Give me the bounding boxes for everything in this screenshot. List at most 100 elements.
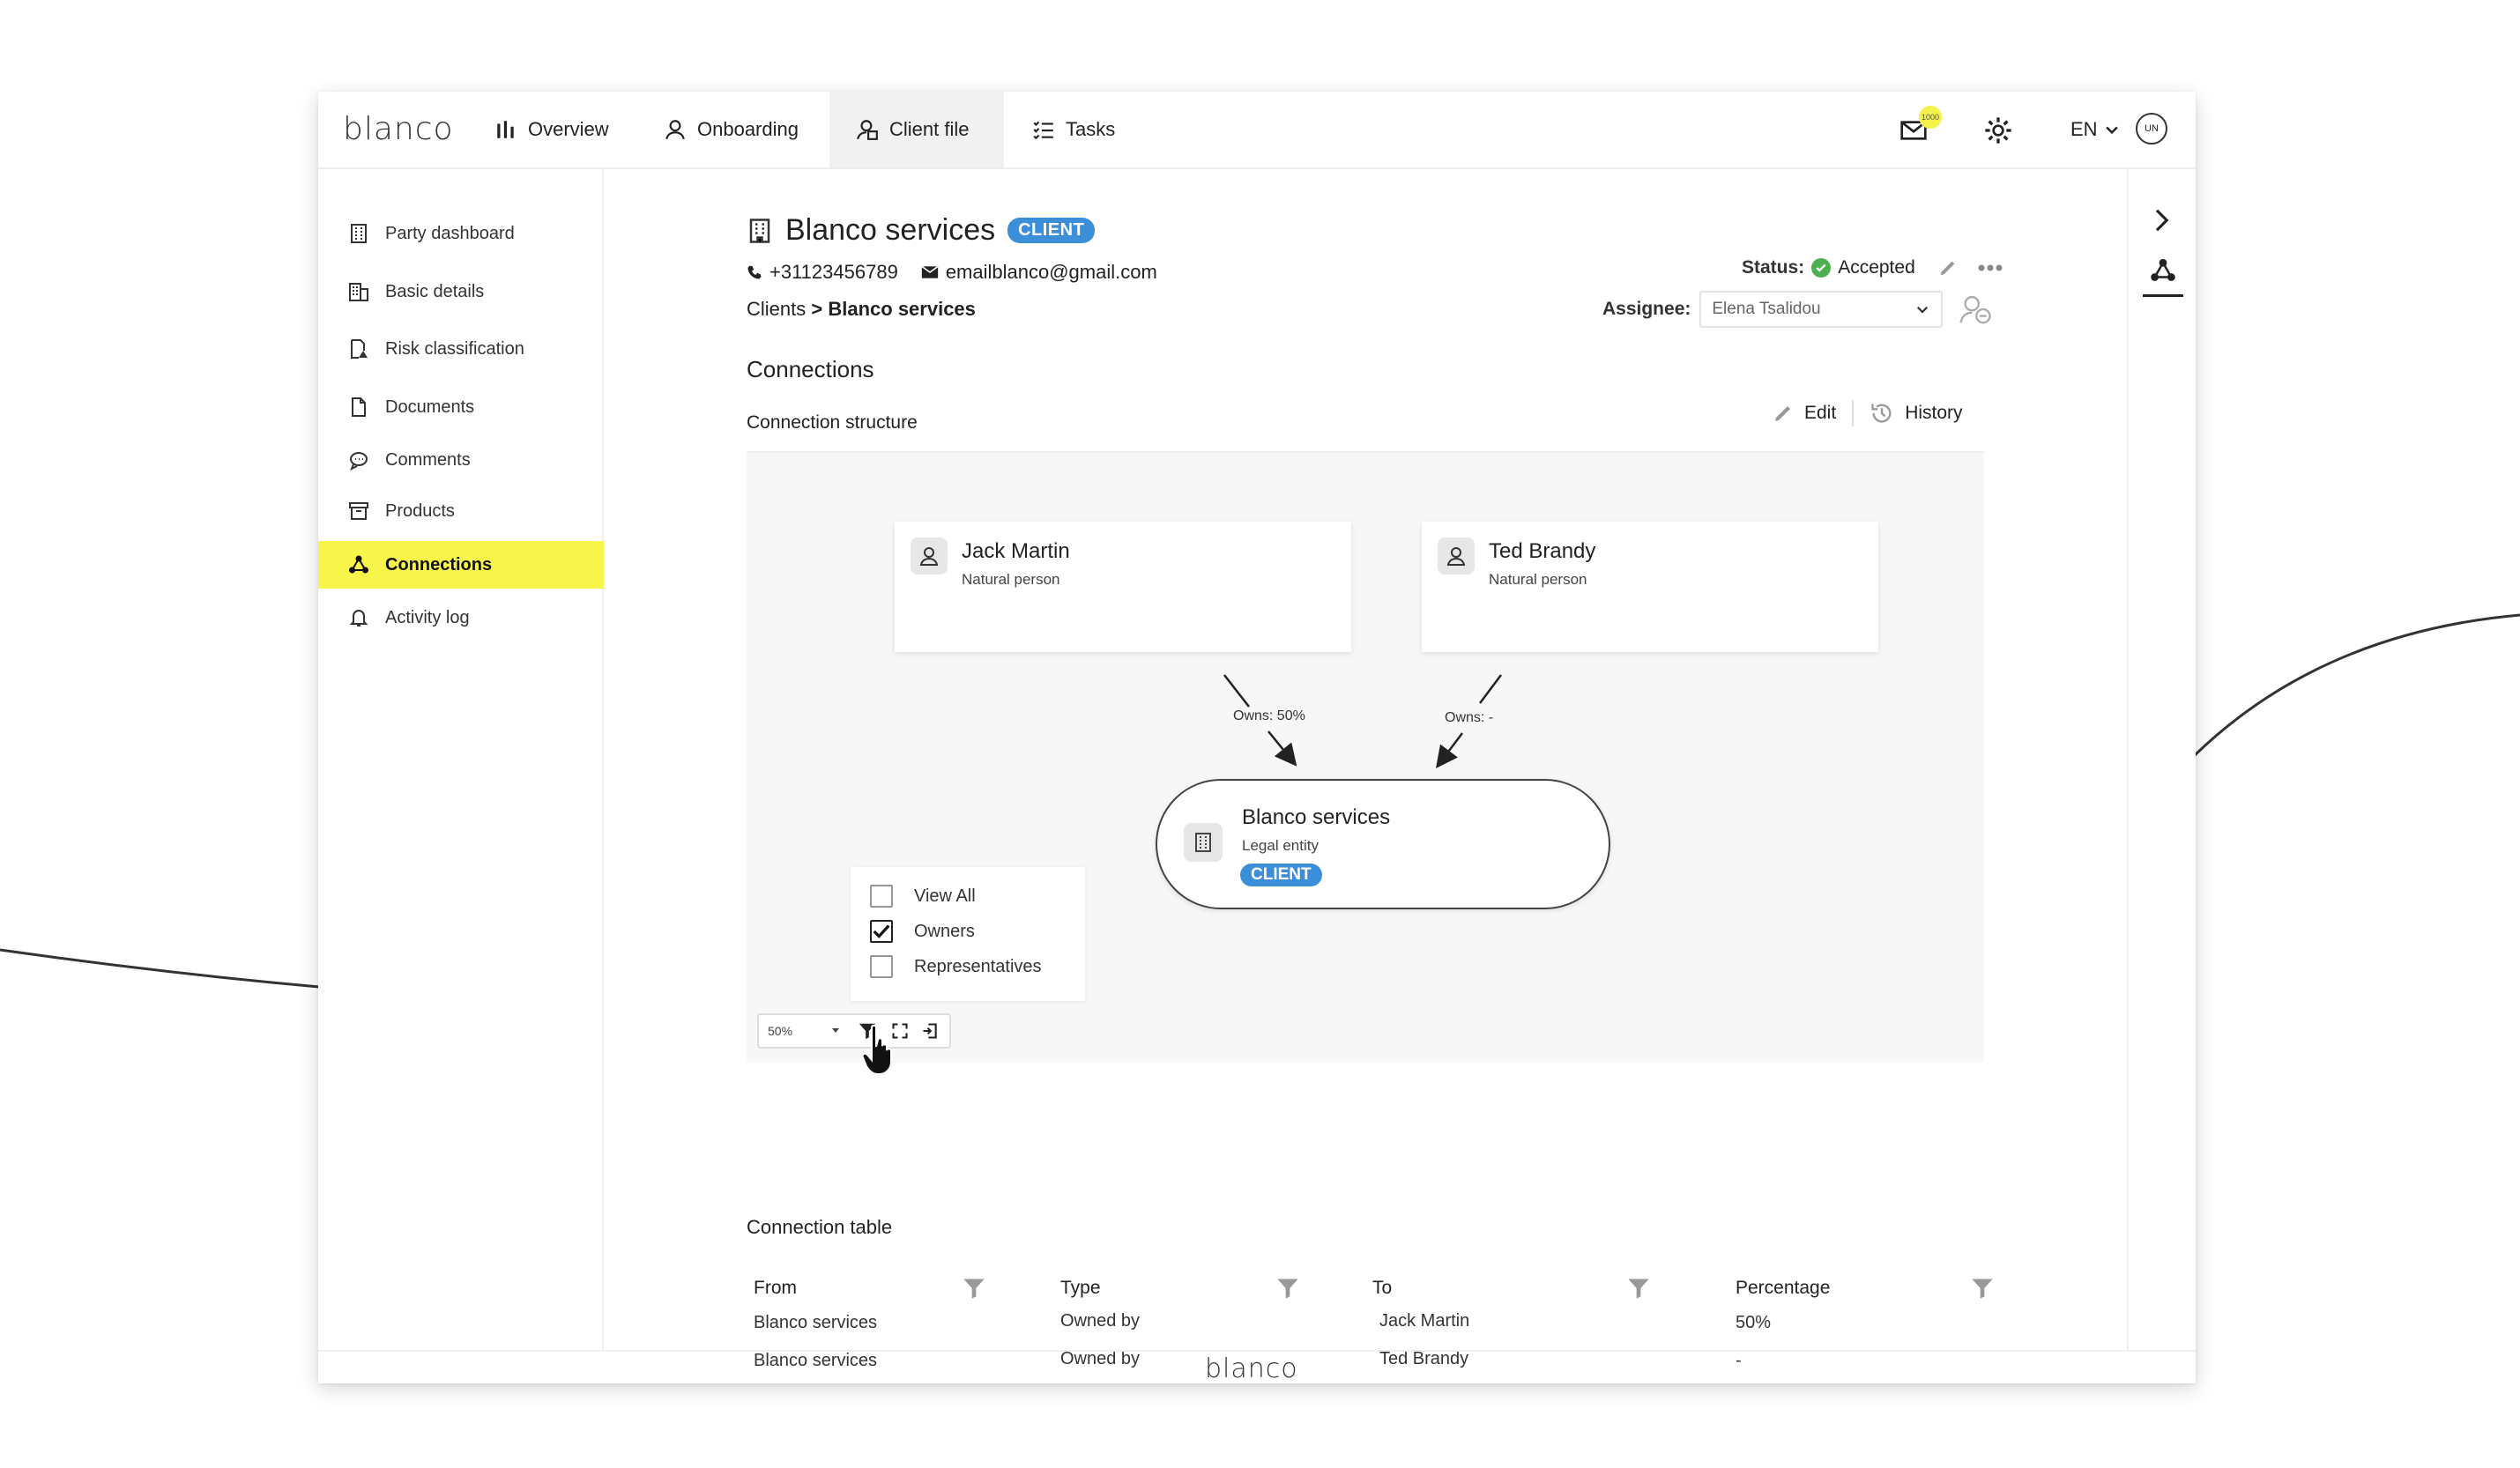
- sidebar-item-comments[interactable]: Comments: [318, 436, 604, 484]
- nav-onboarding[interactable]: Onboarding: [637, 92, 825, 167]
- phone-info[interactable]: +31123456789: [747, 261, 898, 284]
- assign-user-icon[interactable]: [1959, 294, 1992, 324]
- divider: [1852, 400, 1855, 426]
- hand-cursor-icon: [861, 1024, 892, 1075]
- avatar[interactable]: UN: [2136, 113, 2167, 145]
- filter-label: Owners: [914, 921, 975, 941]
- chevron-down-icon: [1917, 306, 1929, 314]
- column-header-from[interactable]: From: [754, 1278, 797, 1299]
- sidebar-item-label: Party dashboard: [385, 223, 515, 243]
- checkbox-checked[interactable]: [870, 920, 893, 943]
- client-badge: CLIENT: [1240, 864, 1322, 886]
- breadcrumb-root[interactable]: Clients: [747, 298, 806, 320]
- bell-icon: [349, 610, 368, 626]
- building-icon: [1184, 823, 1223, 862]
- sidebar-item-label: Basic details: [385, 281, 485, 301]
- language-label: EN: [2070, 118, 2098, 140]
- chevron-right-icon[interactable]: [2148, 204, 2174, 236]
- page-header: Blanco services CLIENT: [747, 213, 1096, 248]
- zoom-level[interactable]: 50%: [768, 1024, 792, 1038]
- filter-owners[interactable]: Owners: [870, 920, 975, 943]
- filter-icon[interactable]: [1626, 1276, 1651, 1301]
- chevron-down-icon: [2105, 126, 2118, 135]
- language-selector[interactable]: EN: [2070, 118, 2121, 141]
- filter-icon[interactable]: [962, 1276, 986, 1301]
- history-icon: [1871, 404, 1892, 423]
- sidebar: Party dashboard Basic details Risk class…: [318, 169, 604, 1350]
- user-file-icon: [857, 120, 878, 140]
- node-blanco-services[interactable]: Blanco services Legal entity CLIENT: [1156, 779, 1610, 909]
- building-icon: [749, 218, 770, 243]
- nav-tasks-label: Tasks: [1066, 118, 1116, 140]
- building-icon: [349, 283, 368, 301]
- status-row: Status: Accepted: [1742, 257, 2003, 278]
- filter-label: View All: [914, 886, 976, 906]
- filter-icon[interactable]: [1275, 1276, 1300, 1301]
- breadcrumb-current: Blanco services: [828, 298, 976, 320]
- mail-button[interactable]: 1000: [1896, 106, 1942, 148]
- mail-icon: [921, 265, 939, 278]
- more-options-icon[interactable]: [1977, 263, 2003, 272]
- nav-tasks[interactable]: Tasks: [1006, 92, 1141, 167]
- cell-percentage: 50%: [1736, 1313, 1772, 1332]
- filter-view-all[interactable]: View All: [870, 885, 976, 908]
- connection-table-title: Connection table: [747, 1216, 893, 1238]
- structure-actions: Edit History: [1773, 400, 1963, 426]
- column-header-type[interactable]: Type: [1060, 1278, 1101, 1299]
- node-jack-martin[interactable]: Jack Martin Natural person: [895, 522, 1351, 652]
- nav-overview[interactable]: Overview: [468, 92, 636, 167]
- sidebar-item-products[interactable]: Products: [318, 487, 604, 535]
- node-kind: Natural person: [1489, 571, 1587, 588]
- assignee-select[interactable]: Elena Tsalidou: [1699, 291, 1944, 328]
- phone-text: +31123456789: [769, 261, 898, 283]
- cell-from: Blanco services: [754, 1313, 878, 1332]
- node-name: Ted Brandy: [1489, 539, 1596, 563]
- status-label: Status:: [1742, 257, 1805, 278]
- assignee-label: Assignee:: [1602, 299, 1691, 319]
- filter-representatives[interactable]: Representatives: [870, 955, 1042, 978]
- pencil-icon[interactable]: [1938, 258, 1958, 278]
- nav-overview-label: Overview: [528, 118, 609, 140]
- email-info[interactable]: emailblanco@gmail.com: [921, 261, 1157, 284]
- column-header-to[interactable]: To: [1372, 1278, 1392, 1299]
- sidebar-item-label: Connections: [385, 554, 493, 575]
- filter-label: Representatives: [914, 956, 1042, 976]
- footer-logo: blanco: [1205, 1353, 1298, 1384]
- connection-diagram[interactable]: Owns: 50% Owns: - Jack Martin Natural pe…: [747, 451, 1984, 1075]
- rail-active-indicator: [2143, 294, 2183, 297]
- sidebar-item-party-dashboard[interactable]: Party dashboard: [318, 210, 604, 257]
- client-badge: CLIENT: [1007, 218, 1096, 243]
- history-button[interactable]: History: [1870, 401, 1963, 426]
- sidebar-item-label: Documents: [385, 397, 475, 417]
- export-icon[interactable]: [921, 1022, 939, 1040]
- archive-icon: [349, 502, 368, 520]
- column-header-percentage[interactable]: Percentage: [1736, 1278, 1830, 1299]
- edit-button[interactable]: Edit: [1773, 403, 1836, 424]
- nav-client-file[interactable]: Client file: [829, 92, 1004, 167]
- right-rail: [2127, 169, 2196, 1350]
- risk-icon: [351, 339, 368, 359]
- pencil-icon: [1775, 406, 1790, 421]
- task-list-icon: [1033, 121, 1053, 140]
- sidebar-item-documents[interactable]: Documents: [318, 383, 604, 431]
- sidebar-item-activity-log[interactable]: Activity log: [318, 594, 604, 641]
- sidebar-item-basic-details[interactable]: Basic details: [318, 268, 604, 315]
- sidebar-item-label: Activity log: [385, 607, 470, 627]
- page-title: Blanco services: [785, 213, 996, 247]
- sidebar-item-label: Risk classification: [385, 338, 524, 359]
- settings-button[interactable]: [1981, 113, 2016, 148]
- connections-panel-icon[interactable]: [2150, 257, 2176, 284]
- sidebar-item-risk-classification[interactable]: Risk classification: [318, 325, 604, 373]
- app-logo[interactable]: blanco: [343, 111, 454, 147]
- person-icon: [1438, 538, 1475, 575]
- edit-label: Edit: [1804, 403, 1837, 423]
- nav-client-file-label: Client file: [889, 118, 970, 140]
- checkbox[interactable]: [870, 955, 893, 978]
- node-ted-brandy[interactable]: Ted Brandy Natural person: [1422, 522, 1878, 652]
- caret-down-icon[interactable]: [831, 1027, 840, 1034]
- sidebar-item-connections[interactable]: Connections: [318, 541, 604, 589]
- sidebar-item-label: Products: [385, 500, 455, 521]
- node-name: Blanco services: [1242, 805, 1391, 829]
- filter-icon[interactable]: [1970, 1276, 1995, 1301]
- checkbox[interactable]: [870, 885, 893, 908]
